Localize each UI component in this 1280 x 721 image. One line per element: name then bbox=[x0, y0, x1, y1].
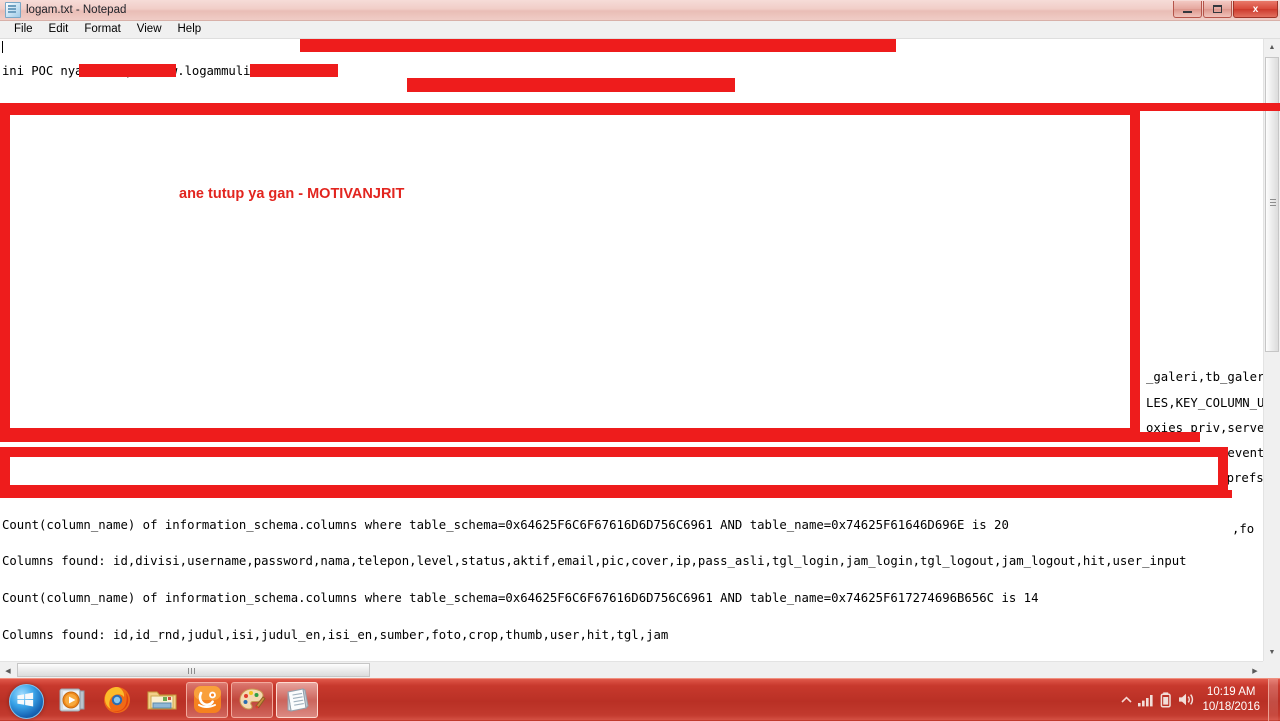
taskbar-item-uc-browser[interactable] bbox=[186, 681, 228, 718]
battery-button[interactable] bbox=[1156, 680, 1176, 720]
taskbar-item-firefox[interactable] bbox=[96, 682, 138, 718]
sql-output-block: Count(column_name) of information_schema… bbox=[2, 494, 1187, 678]
maximize-icon bbox=[1213, 5, 1222, 13]
vertical-scrollbar-thumb[interactable] bbox=[1265, 57, 1279, 352]
show-desktop-button[interactable] bbox=[1268, 678, 1278, 721]
minimize-button[interactable] bbox=[1173, 1, 1202, 18]
redaction-box-large bbox=[0, 105, 1140, 438]
network-signal-button[interactable] bbox=[1136, 680, 1156, 720]
output-line: Columns found: id,divisi,username,passwo… bbox=[2, 554, 1187, 569]
start-button[interactable] bbox=[4, 682, 48, 719]
scroll-up-icon[interactable]: ▲ bbox=[1264, 39, 1280, 56]
text-line: ini POC nya : http://www.logammulia.com/ bbox=[2, 64, 295, 79]
redaction-bar bbox=[300, 44, 810, 50]
horizontal-scrollbar[interactable]: ◀ ▶ bbox=[0, 661, 1263, 679]
taskbar-item-paint[interactable] bbox=[231, 681, 273, 718]
output-line: Count(column_name) of information_schema… bbox=[2, 590, 1039, 605]
scroll-left-icon[interactable]: ◀ bbox=[0, 662, 16, 679]
paint-palette-icon bbox=[239, 687, 266, 710]
scroll-down-icon[interactable]: ▼ bbox=[1264, 644, 1280, 661]
notepad-icon bbox=[287, 687, 309, 712]
taskbar-item-file-explorer[interactable] bbox=[141, 682, 183, 718]
output-line: Count(column_name) of information_schema… bbox=[2, 517, 1009, 532]
text-fragment: ,fo bbox=[1232, 522, 1255, 536]
horizontal-scrollbar-thumb[interactable] bbox=[17, 663, 370, 677]
menu-item-view[interactable]: View bbox=[129, 22, 170, 37]
folder-icon bbox=[147, 691, 177, 709]
annotation-message: ane tutup ya gan - MOTIVANJRIT bbox=[179, 186, 405, 202]
minimize-icon bbox=[1183, 10, 1192, 13]
media-player-icon bbox=[59, 688, 85, 711]
chevron-up-icon bbox=[1121, 695, 1132, 703]
system-tray: 10:19 AM 10/18/2016 bbox=[1116, 678, 1280, 721]
window-title: logam.txt - Notepad bbox=[26, 4, 127, 16]
redaction-bar bbox=[79, 64, 176, 77]
close-button[interactable]: x bbox=[1233, 1, 1278, 18]
volume-button[interactable] bbox=[1176, 680, 1196, 720]
taskbar: 10:19 AM 10/18/2016 bbox=[0, 678, 1280, 721]
scrollbar-corner bbox=[1263, 661, 1280, 678]
firefox-icon bbox=[104, 686, 130, 713]
menu-bar: File Edit Format View Help bbox=[0, 21, 1280, 39]
windows-flag-icon bbox=[17, 692, 34, 706]
clock-date: 10/18/2016 bbox=[1202, 700, 1260, 713]
taskbar-item-media-player[interactable] bbox=[51, 682, 93, 718]
text-fragment: _galeri,tb_galeri bbox=[1146, 370, 1272, 384]
title-bar[interactable]: logam.txt - Notepad x bbox=[0, 0, 1280, 21]
menu-item-help[interactable]: Help bbox=[170, 22, 210, 37]
uc-browser-icon bbox=[193, 686, 221, 713]
redaction-box-small bbox=[0, 447, 1228, 495]
maximize-button[interactable] bbox=[1203, 1, 1232, 18]
network-signal-icon bbox=[1138, 694, 1154, 706]
taskbar-item-notepad[interactable] bbox=[276, 681, 318, 718]
text-fragment: LES,KEY_COLUMN_USAGE bbox=[1146, 396, 1280, 410]
menu-item-edit[interactable]: Edit bbox=[41, 22, 77, 37]
volume-icon bbox=[1178, 693, 1194, 706]
clock[interactable]: 10:19 AM 10/18/2016 bbox=[1196, 685, 1268, 715]
scroll-right-icon[interactable]: ▶ bbox=[1247, 662, 1263, 679]
vertical-scrollbar[interactable]: ▲ ▼ bbox=[1263, 39, 1280, 661]
clock-time: 10:19 AM bbox=[1206, 685, 1256, 698]
window-controls: x bbox=[1173, 1, 1278, 19]
redaction-bar bbox=[250, 64, 338, 77]
battery-icon bbox=[1161, 691, 1172, 708]
menu-item-file[interactable]: File bbox=[6, 22, 41, 37]
redaction-bar bbox=[407, 84, 725, 92]
output-line: Columns found: id,id_rnd,judul,isi,judul… bbox=[2, 627, 669, 642]
notepad-document-icon bbox=[5, 2, 21, 18]
menu-item-format[interactable]: Format bbox=[76, 22, 128, 37]
show-hidden-icons-button[interactable] bbox=[1116, 680, 1136, 720]
